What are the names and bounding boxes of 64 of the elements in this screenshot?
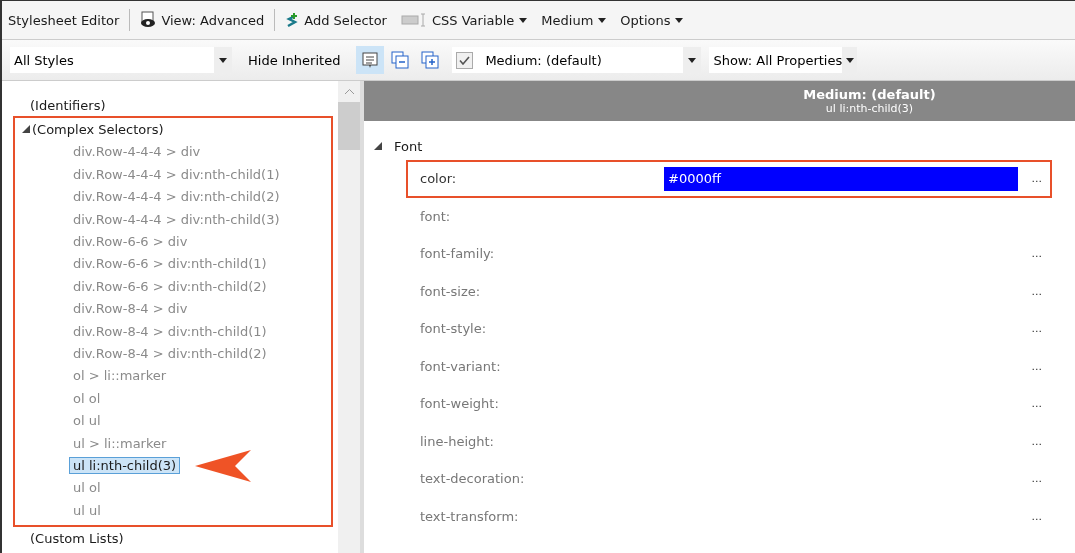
property-name: line-height: <box>420 433 495 449</box>
eye-icon <box>140 11 157 29</box>
add-selector-icon <box>285 12 300 28</box>
selector-item[interactable]: div.Row-8-4 > div <box>69 300 192 318</box>
tree-category[interactable]: (Identifiers) <box>30 97 106 113</box>
add-selector-button[interactable]: Add Selector <box>281 9 391 31</box>
more-button[interactable]: ... <box>1027 247 1050 261</box>
list-icon <box>361 51 380 69</box>
property-value-field[interactable]: #0000ff <box>664 166 1018 191</box>
selector-item[interactable]: ul li:nth-child(3) <box>69 456 181 474</box>
selector-item[interactable]: div.Row-6-6 > div <box>69 233 192 251</box>
selector-item[interactable]: div.Row-6-6 > div:nth-child(1) <box>69 255 271 273</box>
menu-button[interactable]: Medium <box>537 9 611 31</box>
selector-item[interactable]: div.Row-4-4-4 > div <box>69 143 205 161</box>
checkmark-icon <box>459 55 471 65</box>
hide-inherited-button[interactable]: Hide Inherited <box>240 49 349 71</box>
expanded-triangle-icon[interactable] <box>374 142 382 150</box>
scroll-up-icon[interactable] <box>344 89 354 94</box>
tree-category[interactable]: (Complex Selectors) <box>32 122 164 138</box>
more-button[interactable]: ... <box>1027 359 1050 373</box>
more-button[interactable]: ... <box>1027 472 1050 486</box>
view-mode-button[interactable] <box>356 46 385 74</box>
selector-item[interactable]: ul > li::marker <box>69 434 171 452</box>
header-title: Medium: (default) <box>803 87 936 102</box>
property-name: font-size: <box>420 283 482 299</box>
expand-all-icon <box>421 51 440 69</box>
medium-checkbox[interactable] <box>456 51 474 69</box>
property-name: font-weight: <box>420 396 500 412</box>
selector-item[interactable]: div.Row-8-4 > div:nth-child(2) <box>69 345 271 362</box>
property-name: font-variant: <box>420 358 502 374</box>
group-label: Font <box>394 138 423 154</box>
more-button[interactable]: ... <box>1027 322 1050 336</box>
expanded-triangle-icon[interactable] <box>22 124 30 133</box>
tree-category[interactable]: (Custom Lists) <box>30 531 124 547</box>
menu-button[interactable]: CSS Variable <box>396 9 532 31</box>
caret-icon <box>688 57 697 63</box>
selector-item[interactable]: div.Row-6-6 > div:nth-child(2) <box>69 277 271 295</box>
property-name: color: <box>420 171 458 187</box>
more-button[interactable]: ... <box>1027 397 1050 411</box>
property-name: font-style: <box>420 321 488 337</box>
show-dropdown[interactable]: Show: All Properties <box>709 47 858 73</box>
selector-item[interactable]: ol ol <box>69 389 105 407</box>
property-name: text-decoration: <box>420 471 526 487</box>
selector-item[interactable]: div.Row-8-4 > div:nth-child(1) <box>69 322 271 340</box>
property-name: font-family: <box>420 246 496 262</box>
selector-item[interactable]: div.Row-4-4-4 > div:nth-child(1) <box>69 165 284 183</box>
selector-item[interactable]: div.Row-4-4-4 > div:nth-child(2) <box>69 188 284 206</box>
editor-title: Stylesheet Editor <box>8 12 121 28</box>
more-button[interactable]: ... <box>1027 172 1050 186</box>
header-selector: ul li:nth-child(3) <box>825 102 914 115</box>
more-button[interactable]: ... <box>1027 434 1050 448</box>
caret-icon <box>219 57 227 63</box>
menu-button[interactable]: Options <box>616 9 688 31</box>
selector-item[interactable]: div.Row-4-4-4 > div:nth-child(3) <box>69 210 284 228</box>
more-button[interactable]: ... <box>1027 509 1050 523</box>
scrollbar-thumb[interactable] <box>338 102 360 150</box>
view-button[interactable]: View: Advanced <box>136 8 269 32</box>
property-name: font: <box>420 208 452 224</box>
variable-icon <box>400 12 427 28</box>
styles-dropdown[interactable]: All Styles <box>10 47 232 73</box>
more-button[interactable]: ... <box>1027 284 1050 298</box>
property-name: text-transform: <box>420 508 520 524</box>
collapse-all-icon <box>391 51 410 69</box>
caret-icon <box>845 57 854 63</box>
